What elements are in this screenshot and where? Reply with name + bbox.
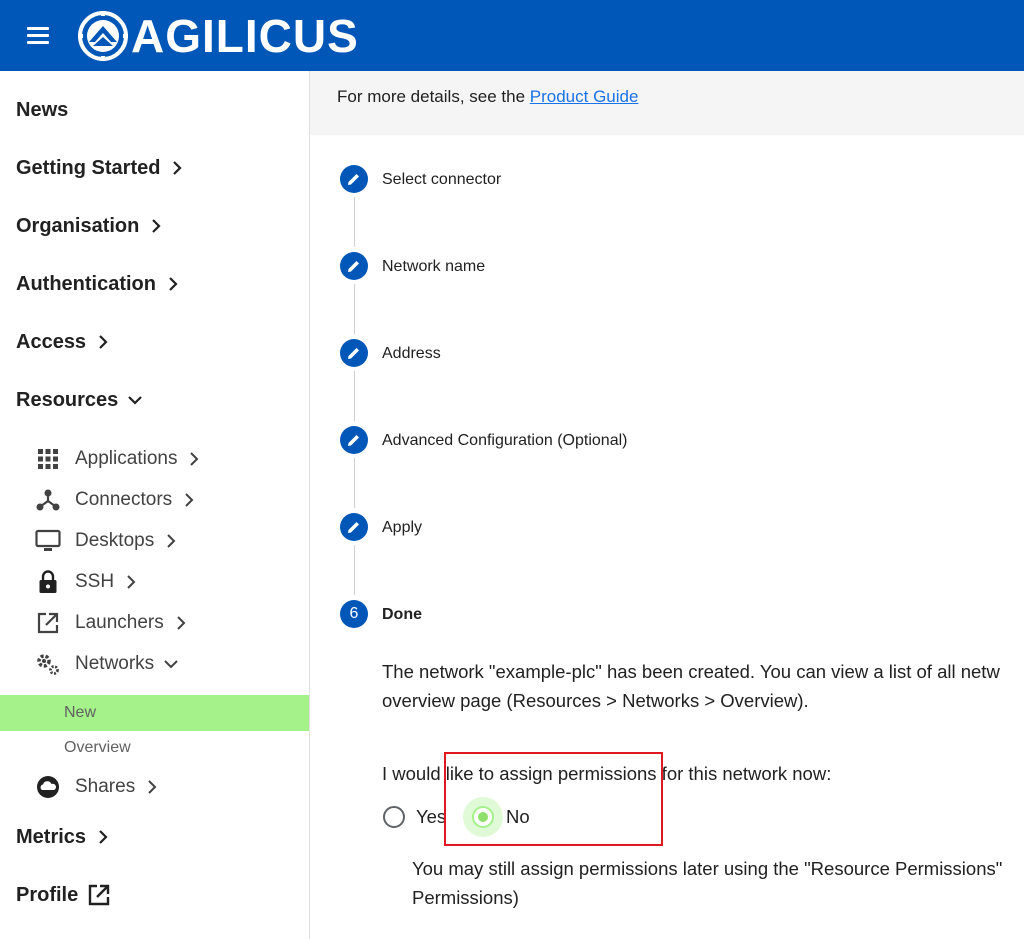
later-note-line2: Permissions) [412, 887, 519, 908]
sidebar-item-label: Metrics [16, 825, 87, 848]
step-edit-icon[interactable] [340, 339, 368, 367]
sidebar-item-label: News [16, 98, 69, 121]
sidebar-item-label: Connectors [75, 489, 173, 510]
step-label-advanced-configuration[interactable]: Advanced Configuration (Optional) [382, 432, 627, 450]
sidebar-item-news[interactable]: News [16, 95, 68, 125]
gears-icon [35, 651, 61, 677]
step-label-address[interactable]: Address [382, 345, 441, 363]
step-label-network-name[interactable]: Network name [382, 258, 485, 276]
info-banner: For more details, see the Product Guide [310, 71, 1024, 135]
radio-yes-label[interactable]: Yes [416, 806, 446, 828]
sidebar-item-organisation[interactable]: Organisation [16, 211, 165, 241]
main-content: For more details, see the Product Guide … [310, 71, 1024, 939]
chevron-right-icon [99, 830, 108, 844]
external-link-icon [89, 884, 110, 906]
done-message-line2: overview page (Resources > Networks > Ov… [382, 690, 809, 711]
sidebar-item-launchers[interactable]: Launchers [35, 609, 190, 637]
chevron-right-icon [127, 575, 136, 589]
chevron-right-icon [190, 452, 199, 466]
step-edit-icon[interactable] [340, 165, 368, 193]
step-edit-icon[interactable] [340, 513, 368, 541]
sidebar-item-label: New [64, 704, 97, 721]
agilicus-logo-icon [78, 11, 128, 61]
radio-no[interactable] [472, 806, 494, 828]
sidebar-item-authentication[interactable]: Authentication [16, 269, 182, 299]
chevron-right-icon [152, 219, 161, 233]
chevron-down-icon [164, 660, 178, 669]
later-note-line1: You may still assign permissions later u… [412, 858, 1003, 879]
step-label-select-connector[interactable]: Select connector [382, 171, 501, 189]
sidebar-item-label: Applications [75, 448, 178, 469]
step-label-apply[interactable]: Apply [382, 519, 422, 537]
step-label-done: Done [382, 606, 422, 623]
radio-yes[interactable] [383, 806, 405, 828]
chevron-right-icon [173, 161, 183, 175]
sidebar: News Getting Started Organisation Authen… [0, 71, 310, 939]
sidebar-item-label: Access [16, 330, 87, 353]
sidebar-item-label: SSH [75, 571, 115, 592]
sidebar-item-metrics[interactable]: Metrics [16, 822, 112, 852]
sidebar-item-profile[interactable]: Profile [16, 880, 110, 910]
step-connector-line [354, 545, 355, 595]
menu-icon[interactable] [27, 24, 51, 46]
chevron-right-icon [177, 616, 186, 630]
done-message-line1: The network "example-plc" has been creat… [382, 661, 1000, 682]
chevron-right-icon [185, 493, 194, 507]
sidebar-item-resources[interactable]: Resources [16, 385, 144, 415]
top-app-bar: AGILICUS [0, 0, 1024, 71]
sidebar-item-label: Profile [16, 883, 79, 906]
sidebar-item-networks-overview[interactable]: Overview [0, 730, 309, 766]
chevron-down-icon [128, 396, 143, 405]
chevron-right-icon [167, 534, 176, 548]
sidebar-item-ssh[interactable]: SSH [35, 568, 140, 596]
sidebar-item-label: Launchers [75, 612, 164, 633]
connector-icon [35, 487, 61, 513]
sidebar-item-access[interactable]: Access [16, 327, 112, 357]
step-connector-line [354, 458, 355, 508]
sidebar-item-label: Desktops [75, 530, 155, 551]
chevron-right-icon [99, 335, 108, 349]
sidebar-item-label: Overview [64, 739, 131, 756]
cloud-icon [35, 774, 61, 800]
chevron-right-icon [169, 277, 178, 291]
info-text: For more details, see the [337, 87, 530, 106]
sidebar-item-desktops[interactable]: Desktops [35, 527, 180, 555]
grid-icon [35, 446, 61, 472]
sidebar-item-label: Getting Started [16, 156, 161, 179]
lock-icon [35, 569, 61, 595]
step-edit-icon[interactable] [340, 252, 368, 280]
sidebar-item-label: Shares [75, 776, 136, 797]
step-connector-line [354, 371, 355, 421]
step-connector-line [354, 197, 355, 247]
chevron-right-icon [148, 780, 157, 794]
sidebar-item-label: Resources [16, 388, 119, 411]
sidebar-item-label: Authentication [16, 272, 156, 295]
step-connector-line [354, 284, 355, 334]
sidebar-item-getting-started[interactable]: Getting Started [16, 153, 186, 183]
external-link-icon [35, 610, 61, 636]
sidebar-item-applications[interactable]: Applications [35, 445, 203, 473]
brand-logo[interactable]: AGILICUS [77, 9, 359, 63]
sidebar-item-networks[interactable]: Networks [35, 650, 180, 678]
product-guide-link[interactable]: Product Guide [530, 87, 639, 106]
step-number-badge: 6 [340, 600, 368, 628]
brand-name: AGILICUS [131, 10, 359, 62]
monitor-icon [35, 528, 61, 554]
step-edit-icon[interactable] [340, 426, 368, 454]
assign-permissions-question: I would like to assign permissions for t… [382, 763, 832, 784]
sidebar-item-networks-new[interactable]: New [0, 695, 309, 731]
sidebar-item-label: Networks [75, 653, 155, 674]
sidebar-item-label: Organisation [16, 214, 140, 237]
sidebar-item-connectors[interactable]: Connectors [35, 486, 198, 514]
sidebar-item-shares[interactable]: Shares [35, 773, 161, 801]
radio-no-label[interactable]: No [506, 806, 530, 828]
